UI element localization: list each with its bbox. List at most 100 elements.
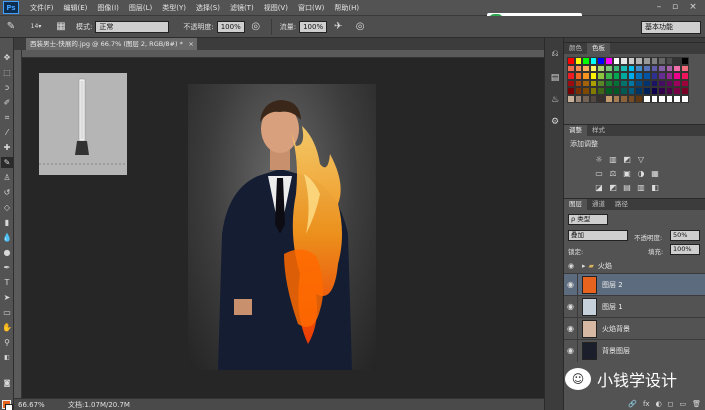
color-swatch[interactable] [680, 57, 689, 65]
default-colors-icon[interactable]: ◧ [1, 352, 13, 363]
hand-tool-icon[interactable]: ✋ [1, 322, 13, 333]
menu-file[interactable]: 文件(F) [25, 3, 59, 13]
color-swatch[interactable] [620, 79, 628, 88]
color-swatch[interactable] [574, 64, 583, 73]
delete-layer-icon[interactable]: 🗑 [692, 398, 701, 410]
color-swatch[interactable] [635, 94, 643, 103]
color-swatch[interactable] [680, 72, 689, 80]
posterize-icon[interactable]: ◩ [608, 183, 618, 193]
color-swatch[interactable] [673, 79, 681, 88]
color-swatch[interactable] [642, 64, 651, 73]
layer-filter-select[interactable]: ρ 类型 [568, 214, 608, 225]
color-swatch[interactable] [612, 57, 621, 65]
color-swatch[interactable] [642, 94, 651, 103]
mode-select[interactable]: 正常 [95, 20, 170, 33]
menu-layer[interactable]: 图层(L) [124, 3, 157, 13]
color-swatch[interactable] [673, 64, 681, 73]
color-swatch[interactable] [642, 72, 651, 80]
color-swatch[interactable] [620, 64, 628, 73]
color-swatch[interactable] [680, 64, 689, 73]
color-swatch[interactable] [673, 87, 681, 95]
color-swatch[interactable] [612, 72, 621, 80]
color-swatch[interactable] [582, 94, 590, 103]
gradient-tool-icon[interactable]: ▮ [1, 217, 13, 228]
color-swatch[interactable] [582, 79, 590, 88]
menu-help[interactable]: 帮助(H) [329, 3, 364, 13]
color-swatch[interactable] [635, 72, 643, 80]
color-swatch[interactable] [680, 79, 689, 88]
color-swatch[interactable] [680, 94, 689, 103]
layer-visibility-eye-icon[interactable]: ◉ [564, 273, 578, 296]
color-swatch[interactable] [589, 57, 598, 65]
color-swatch[interactable] [567, 87, 575, 95]
color-swatch[interactable] [597, 94, 605, 103]
color-swatch[interactable] [665, 57, 674, 65]
lasso-tool-icon[interactable]: ↄ [1, 82, 13, 93]
color-swatch[interactable] [627, 94, 636, 103]
color-swatch[interactable] [604, 57, 613, 65]
color-swatch[interactable] [673, 57, 681, 65]
tab-paths[interactable]: 路径 [610, 199, 633, 210]
color-swatch[interactable] [604, 87, 613, 95]
color-swatch[interactable] [604, 94, 613, 103]
color-swatch[interactable] [665, 72, 674, 80]
crop-tool-icon[interactable]: ⌗ [1, 112, 13, 123]
blur-tool-icon[interactable]: 💧 [1, 232, 13, 243]
zoom-tool-icon[interactable]: ⚲ [1, 337, 13, 348]
document-image[interactable] [188, 84, 376, 370]
fill-input[interactable]: 100% [670, 244, 700, 255]
curves-icon[interactable]: ◩ [622, 155, 632, 165]
properties-panel-icon[interactable]: ▤ [549, 72, 561, 84]
marquee-tool-icon[interactable]: ⬚ [1, 67, 13, 78]
close-document-icon[interactable]: × [188, 38, 193, 50]
quick-select-tool-icon[interactable]: ✐ [1, 97, 13, 108]
menu-view[interactable]: 视图(V) [259, 3, 293, 13]
shape-tool-icon[interactable]: ▭ [1, 307, 13, 318]
color-swatch[interactable] [597, 87, 605, 95]
color-swatch[interactable] [642, 87, 651, 95]
dodge-tool-icon[interactable]: ● [1, 247, 13, 258]
brush-panel-icon-dock[interactable]: ♨ [549, 94, 561, 106]
document-tab[interactable]: 西装男士-快展的.jpg @ 66.7% (图层 2, RGB/8#) * × [26, 38, 197, 50]
layer-opacity-input[interactable]: 50% [670, 230, 700, 241]
color-swatch[interactable] [627, 72, 636, 80]
color-swatch[interactable] [582, 87, 590, 95]
color-swatch[interactable] [567, 64, 575, 73]
color-swatch[interactable] [650, 79, 659, 88]
color-swatch[interactable] [658, 57, 666, 65]
layer-row[interactable]: ◉ 背景图层 [564, 339, 705, 362]
flow-input[interactable]: 100% [299, 20, 328, 33]
vibrance-icon[interactable]: ▭ [594, 169, 604, 179]
color-swatch[interactable] [642, 57, 651, 65]
pen-tool-icon[interactable]: ✒ [1, 262, 13, 273]
color-swatch[interactable] [680, 87, 689, 95]
color-swatch[interactable] [665, 64, 674, 73]
clone-stamp-tool-icon[interactable]: ♙ [1, 172, 13, 183]
layer-row[interactable]: ◉ 图层 2 [564, 273, 705, 296]
size-pressure-icon[interactable]: ◎ [352, 19, 368, 35]
levels-icon[interactable]: ▥ [608, 155, 618, 165]
selective-color-icon[interactable]: ◧ [650, 183, 660, 193]
color-swatch[interactable] [612, 87, 621, 95]
color-swatch[interactable] [642, 79, 651, 88]
color-swatch[interactable] [604, 79, 613, 88]
color-swatch[interactable] [665, 79, 674, 88]
color-swatch[interactable] [612, 64, 621, 73]
group-expand-icon[interactable]: ▸ [582, 262, 586, 270]
tab-swatches[interactable]: 色板 [587, 43, 610, 54]
color-swatch[interactable] [567, 57, 575, 65]
tool-presets-icon[interactable]: ⚙ [549, 116, 561, 128]
new-adjustment-layer-icon[interactable]: ◐ [656, 398, 662, 410]
color-swatch[interactable] [627, 87, 636, 95]
layer-visibility-eye-icon[interactable]: ◉ [564, 317, 578, 340]
color-swatch[interactable] [658, 94, 666, 103]
layer-visibility-eye-icon[interactable]: ◉ [564, 295, 578, 318]
blend-mode-select[interactable]: 叠加 [568, 230, 628, 241]
vertical-ruler[interactable] [14, 50, 22, 398]
menu-filter[interactable]: 滤镜(T) [225, 3, 259, 13]
color-swatch[interactable] [589, 72, 598, 80]
exposure-icon[interactable]: ▽ [636, 155, 646, 165]
eraser-tool-icon[interactable]: ◇ [1, 202, 13, 213]
gradient-map-icon[interactable]: ▥ [636, 183, 646, 193]
type-tool-icon[interactable]: T [1, 277, 13, 288]
